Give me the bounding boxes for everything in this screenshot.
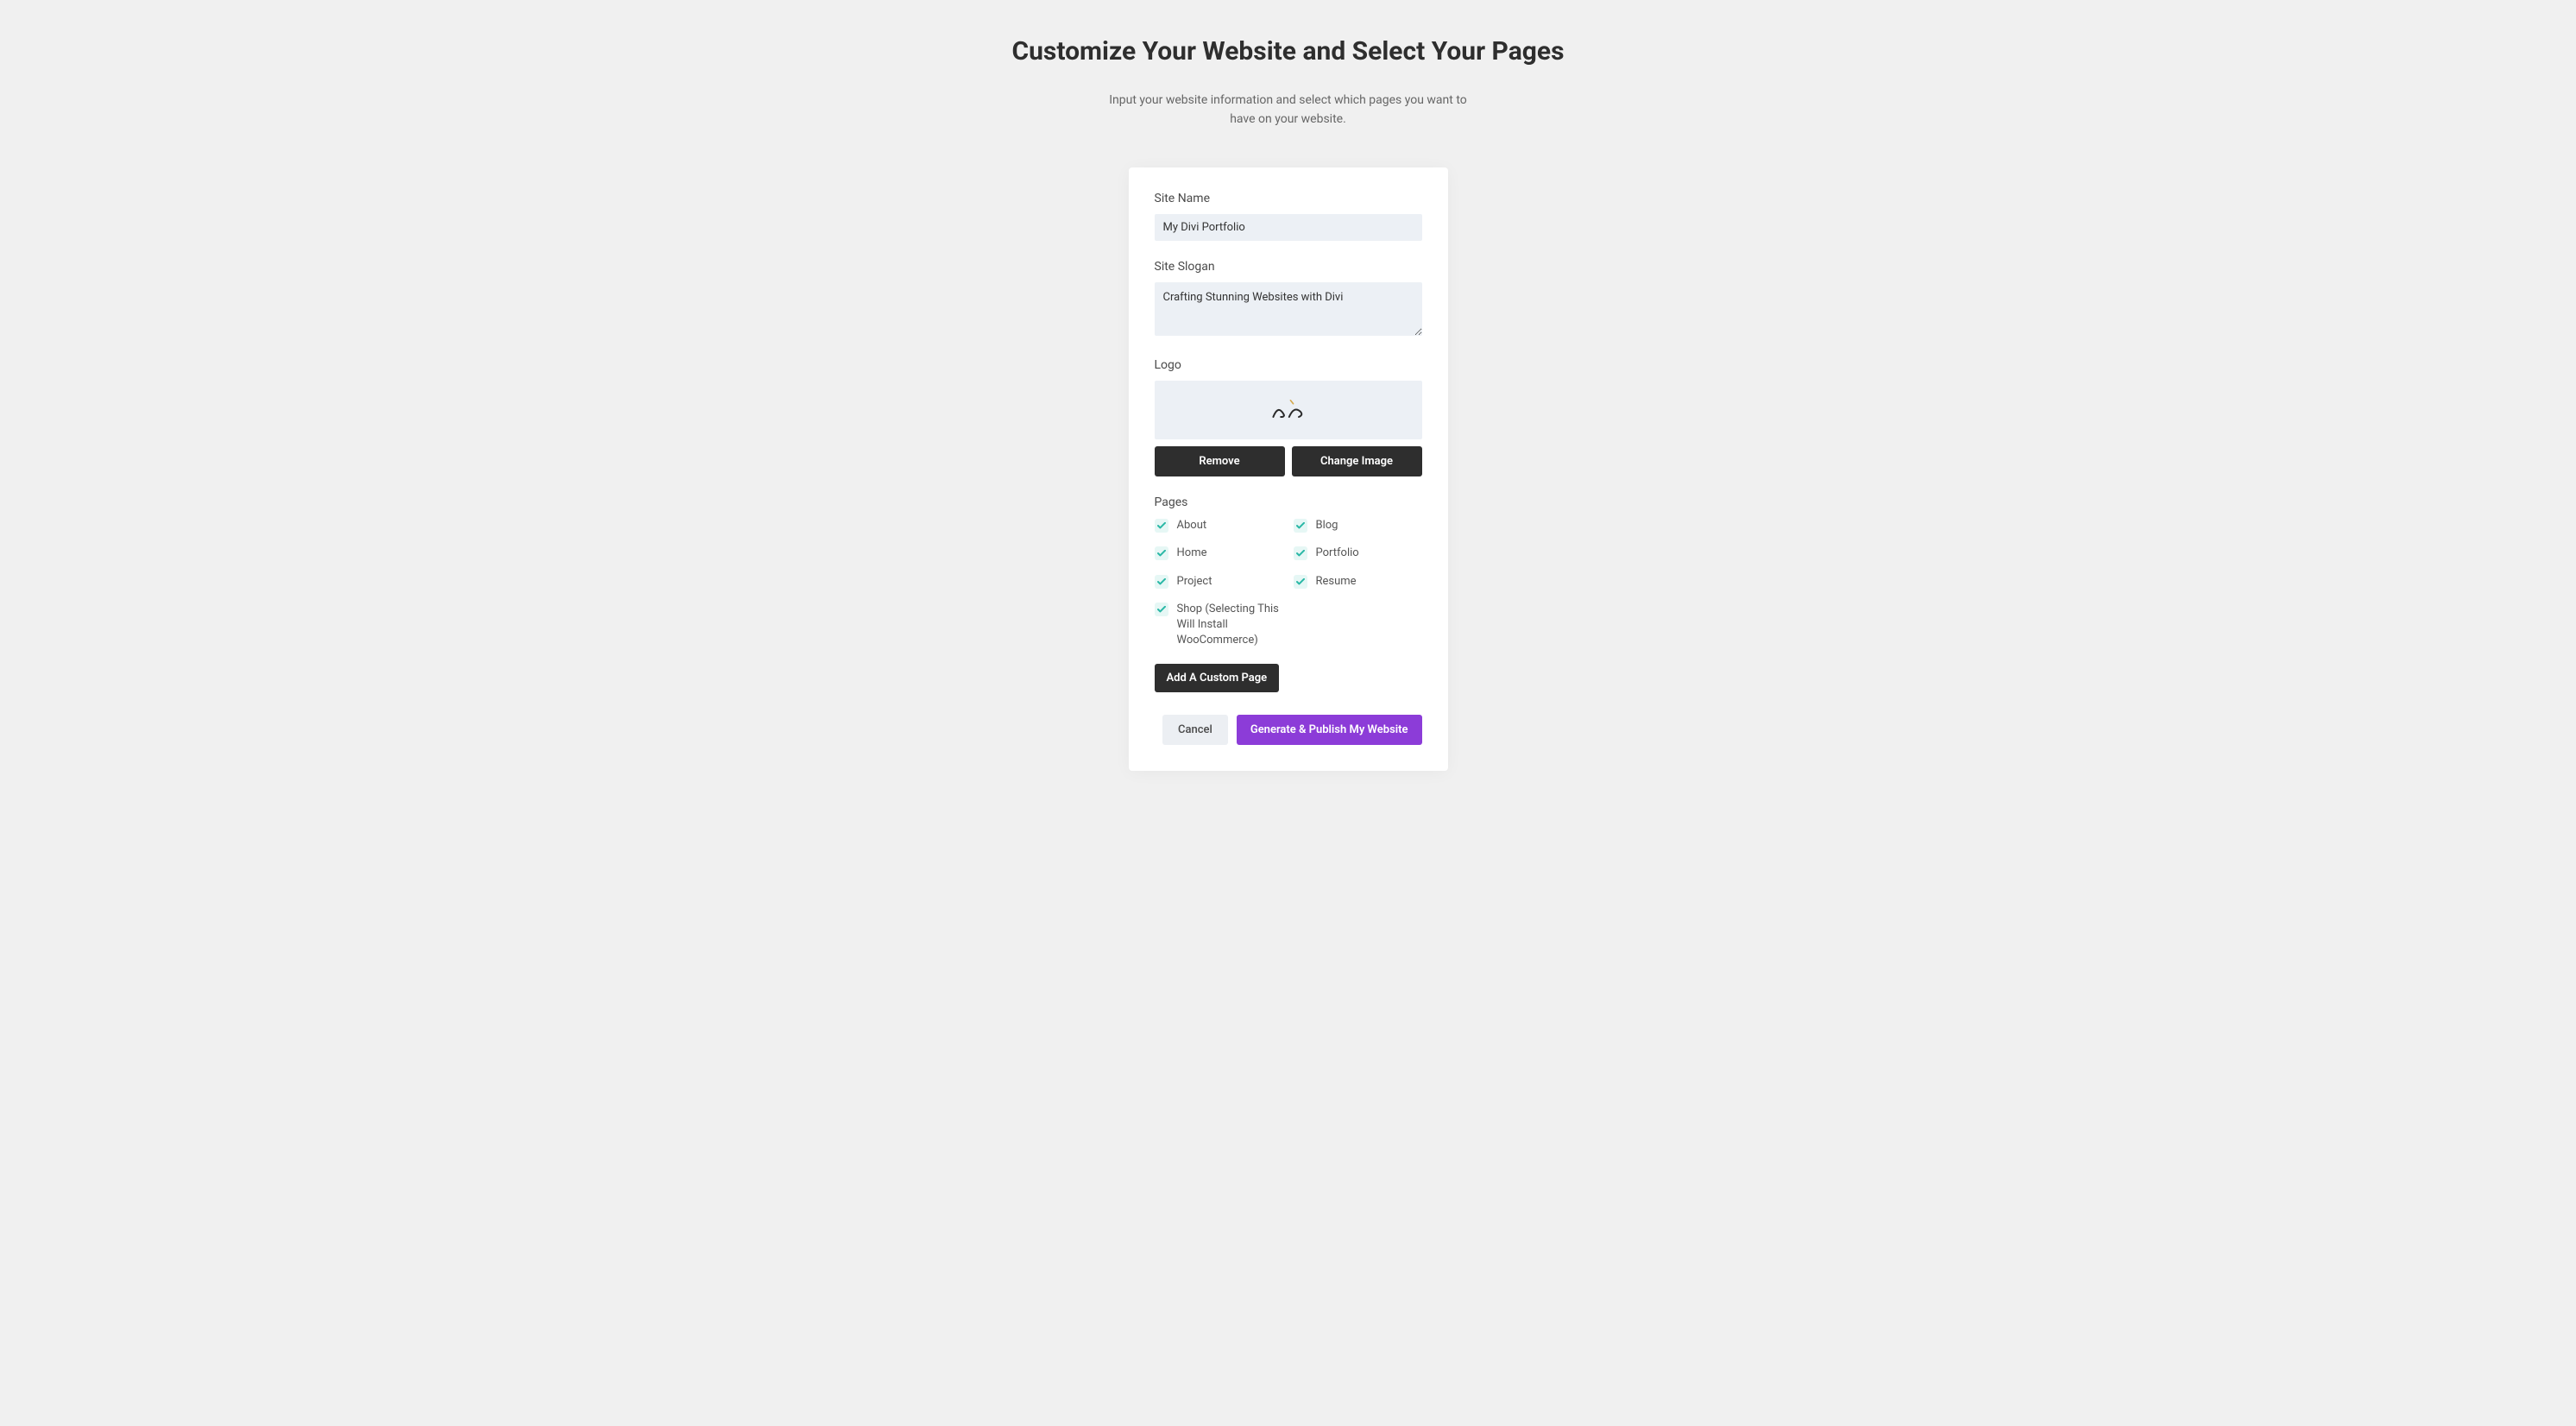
site-slogan-label: Site Slogan [1155, 260, 1422, 274]
page-item-about[interactable]: About [1155, 518, 1283, 533]
checkmark-icon [1296, 550, 1305, 557]
generate-publish-button[interactable]: Generate & Publish My Website [1237, 715, 1422, 745]
site-name-group: Site Name [1155, 192, 1422, 241]
page-label-portfolio: Portfolio [1316, 546, 1359, 561]
checkmark-icon [1157, 578, 1166, 585]
page-item-blog[interactable]: Blog [1294, 518, 1422, 533]
checkbox-shop[interactable] [1155, 603, 1168, 616]
checkbox-about[interactable] [1155, 519, 1168, 533]
checkmark-icon [1157, 522, 1166, 529]
logo-preview [1155, 381, 1422, 439]
page-item-resume[interactable]: Resume [1294, 574, 1422, 590]
site-slogan-input[interactable]: Crafting Stunning Websites with Divi [1155, 282, 1422, 336]
checkbox-resume[interactable] [1294, 575, 1307, 589]
page-item-portfolio[interactable]: Portfolio [1294, 546, 1422, 561]
logo-icon [1271, 396, 1306, 424]
checkmark-icon [1157, 606, 1166, 613]
checkmark-icon [1296, 578, 1305, 585]
logo-label: Logo [1155, 358, 1422, 372]
page-label-home: Home [1177, 546, 1207, 561]
header: Customize Your Website and Select Your P… [909, 35, 1668, 129]
page-label-about: About [1177, 518, 1207, 533]
page-item-shop[interactable]: Shop (Selecting This Will Install WooCom… [1155, 602, 1283, 649]
page-subtitle: Input your website information and selec… [1107, 91, 1470, 129]
page-item-project[interactable]: Project [1155, 574, 1283, 590]
site-slogan-group: Site Slogan Crafting Stunning Websites w… [1155, 260, 1422, 339]
checkbox-blog[interactable] [1294, 519, 1307, 533]
page-label-blog: Blog [1316, 518, 1338, 533]
change-image-button[interactable]: Change Image [1292, 446, 1422, 476]
checkbox-home[interactable] [1155, 546, 1168, 560]
form-card: Site Name Site Slogan Crafting Stunning … [1129, 167, 1448, 771]
cancel-button[interactable]: Cancel [1162, 715, 1228, 745]
remove-logo-button[interactable]: Remove [1155, 446, 1285, 476]
logo-group: Logo Remove Change Image [1155, 358, 1422, 476]
site-name-label: Site Name [1155, 192, 1422, 205]
checkbox-portfolio[interactable] [1294, 546, 1307, 560]
page-item-home[interactable]: Home [1155, 546, 1283, 561]
pages-label: Pages [1155, 495, 1422, 509]
page-label-project: Project [1177, 574, 1212, 590]
checkmark-icon [1157, 550, 1166, 557]
add-custom-page-button[interactable]: Add A Custom Page [1155, 664, 1280, 692]
page-label-shop: Shop (Selecting This Will Install WooCom… [1177, 602, 1283, 649]
footer-buttons: Cancel Generate & Publish My Website [1155, 715, 1422, 745]
page-label-resume: Resume [1316, 574, 1357, 590]
page-title: Customize Your Website and Select Your P… [909, 35, 1668, 70]
site-name-input[interactable] [1155, 214, 1422, 241]
pages-grid: About Blog [1155, 518, 1422, 648]
checkmark-icon [1296, 522, 1305, 529]
pages-section: Pages About [1155, 495, 1422, 692]
checkbox-project[interactable] [1155, 575, 1168, 589]
